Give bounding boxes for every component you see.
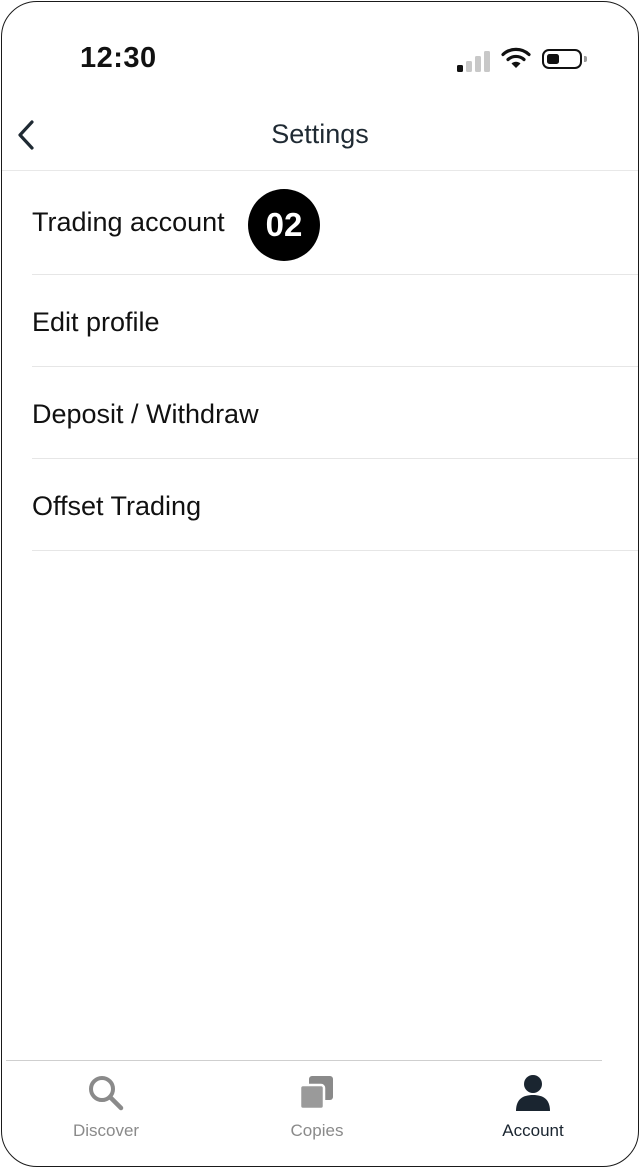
tab-copies[interactable]: Copies [217, 1061, 417, 1166]
status-time: 12:30 [80, 42, 157, 74]
settings-item-edit-profile[interactable]: Edit profile [32, 275, 638, 367]
settings-item-label: Edit profile [32, 307, 160, 337]
cellular-signal-icon [457, 48, 491, 72]
settings-list: Trading account 02 Edit profile Deposit … [2, 172, 638, 551]
settings-item-label: Trading account [32, 207, 225, 237]
settings-item-trading-account[interactable]: Trading account 02 [32, 172, 638, 275]
wifi-icon [501, 47, 531, 68]
settings-item-label: Deposit / Withdraw [32, 399, 259, 429]
phone-frame: 12:30 Settings Trading account 02 Edit p… [1, 1, 639, 1167]
tab-label: Account [502, 1121, 564, 1140]
battery-tip [584, 56, 587, 62]
status-bar: 12:30 [2, 2, 638, 102]
tab-label: Discover [72, 1121, 140, 1140]
step-badge: 02 [248, 189, 320, 261]
tab-label: Copies [290, 1121, 344, 1140]
navigation-bar: Settings [2, 102, 638, 171]
tab-account[interactable]: Account [433, 1061, 633, 1166]
settings-item-label: Offset Trading [32, 491, 202, 521]
page-title: Settings [271, 119, 369, 149]
copies-icon [298, 1076, 333, 1111]
settings-item-deposit-withdraw[interactable]: Deposit / Withdraw [32, 367, 638, 459]
battery-icon [542, 49, 582, 69]
person-icon [516, 1075, 550, 1111]
tab-bar: Discover Copies Account [6, 1060, 602, 1166]
settings-item-offset-trading[interactable]: Offset Trading [32, 459, 638, 551]
tab-discover[interactable]: Discover [6, 1061, 206, 1166]
search-icon [89, 1076, 124, 1111]
